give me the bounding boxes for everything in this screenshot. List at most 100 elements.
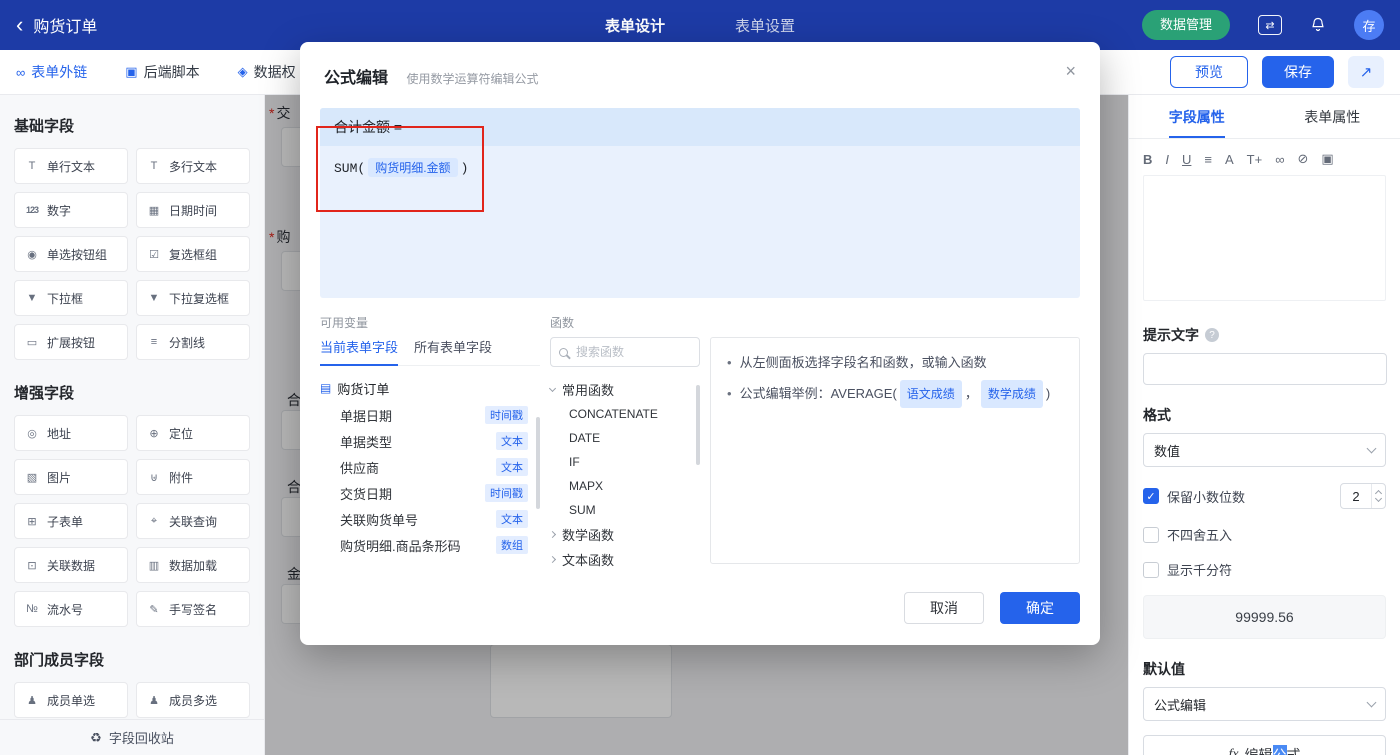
back-chevron-icon[interactable]: ‹: [16, 14, 23, 36]
function-group-label: 文本函数: [562, 553, 615, 568]
preview-button[interactable]: 预览: [1170, 56, 1248, 88]
formula-function-text: SUM(: [334, 161, 366, 176]
sidebar-item-radio-group[interactable]: ◉ 单选按钮组: [14, 236, 128, 272]
field-recycle-bin[interactable]: ♻ 字段回收站: [0, 719, 264, 755]
decimal-option-label: 保留小数位数: [1167, 489, 1246, 505]
function-group-label: 常用函数: [562, 383, 615, 398]
sidebar-item-divider[interactable]: ≡ 分割线: [136, 324, 250, 360]
function-item-concatenate[interactable]: CONCATENATE: [550, 402, 700, 426]
unlink-icon[interactable]: ⊘: [1298, 151, 1309, 167]
function-group-text[interactable]: 文本函数: [548, 547, 700, 572]
function-item-sum[interactable]: SUM: [550, 498, 700, 522]
form-external-link-item[interactable]: ∞ 表单外链: [16, 62, 87, 82]
sidebar-item-attachment[interactable]: ⊎ 附件: [136, 459, 250, 495]
field-library-sidebar: 基础字段 T 单行文本 T 多行文本 123 数字 ▦ 日期时间 ◉ 单选按钮组 ☑ 复选框…: [0, 95, 265, 755]
stepper-arrows[interactable]: [1371, 484, 1385, 508]
sidebar-item-label: 下拉复选框: [169, 291, 230, 306]
save-button[interactable]: 保存: [1262, 56, 1334, 88]
link-icon[interactable]: ∞: [1275, 152, 1284, 167]
italic-icon[interactable]: I: [1165, 152, 1169, 167]
variable-row[interactable]: 供应商 文本: [320, 454, 540, 480]
sidebar-item-linked-data[interactable]: ⊡ 关联数据: [14, 547, 128, 583]
data-manage-button[interactable]: 数据管理: [1141, 10, 1230, 40]
function-search-input[interactable]: [574, 344, 691, 360]
insert-image-icon[interactable]: ▣: [1321, 151, 1333, 167]
format-select[interactable]: 数值: [1143, 433, 1386, 467]
sidebar-item-signature[interactable]: ✎ 手写签名: [136, 591, 250, 627]
no-round-checkbox[interactable]: [1143, 526, 1159, 543]
avatar[interactable]: 存: [1354, 10, 1384, 40]
share-button[interactable]: ↗: [1348, 56, 1384, 88]
sidebar-item-label: 关联数据: [47, 558, 96, 573]
sidebar-item-extend-button[interactable]: ▭ 扩展按钮: [14, 324, 128, 360]
sidebar-item-image[interactable]: ▧ 图片: [14, 459, 128, 495]
formula-help-panel: • 从左侧面板选择字段名和函数，或输入函数 • 公式编辑举例：AVERAGE(语文成…: [710, 337, 1080, 564]
close-icon[interactable]: ×: [1065, 62, 1076, 80]
variable-row[interactable]: 购货明细.商品条形码 数组: [320, 532, 540, 558]
sidebar-item-linked-query[interactable]: ⌖ 关联查询: [136, 503, 250, 539]
variable-row[interactable]: 关联购货单号 文本: [320, 506, 540, 532]
formula-field-chip[interactable]: 购货明细.金额: [368, 158, 458, 177]
function-item-if[interactable]: IF: [550, 450, 700, 474]
data-permission-item[interactable]: ◈ 数据权: [238, 62, 296, 82]
hint-text-input[interactable]: [1143, 353, 1387, 385]
sidebar-item-serial-number[interactable]: № 流水号: [14, 591, 128, 627]
sidebar-item-datetime[interactable]: ▦ 日期时间: [136, 192, 250, 228]
help-icon[interactable]: ?: [1205, 328, 1219, 342]
chevron-down-icon: [1366, 697, 1377, 708]
thousand-checkbox[interactable]: [1143, 561, 1159, 578]
sidebar-item-member-multi[interactable]: ♟ 成员多选: [136, 682, 250, 718]
section-title-enhanced: 增强字段: [14, 385, 75, 402]
function-group-math[interactable]: 数学函数: [548, 522, 700, 547]
tab-all-form-fields[interactable]: 所有表单字段: [414, 337, 492, 356]
variables-scrollbar[interactable]: [536, 417, 540, 509]
edit-formula-text: 式: [1286, 747, 1301, 755]
tab-form-design[interactable]: 表单设计: [605, 15, 665, 36]
font-size-icon[interactable]: T+: [1247, 152, 1263, 167]
app-switch-icon[interactable]: ⇄: [1258, 15, 1282, 35]
function-group-common[interactable]: 常用函数: [548, 377, 700, 402]
sidebar-item-member-single[interactable]: ♟ 成员单选: [14, 682, 128, 718]
functions-scrollbar[interactable]: [696, 385, 700, 465]
sidebar-item-data-load[interactable]: ▥ 数据加载: [136, 547, 250, 583]
default-value-select[interactable]: 公式编辑: [1143, 687, 1386, 721]
align-icon[interactable]: ≡: [1204, 152, 1212, 167]
sidebar-item-dropdown[interactable]: ▼ 下拉框: [14, 280, 128, 316]
sidebar-item-address[interactable]: ◎ 地址: [14, 415, 128, 451]
sidebar-item-label: 图片: [47, 470, 72, 485]
variable-row[interactable]: 单据日期 时间戳: [320, 402, 540, 428]
edit-formula-button[interactable]: fx 编辑公式: [1143, 735, 1386, 755]
variable-row[interactable]: 单据类型 文本: [320, 428, 540, 454]
sidebar-item-multi-line-text[interactable]: T 多行文本: [136, 148, 250, 184]
field-title-editor[interactable]: [1143, 175, 1386, 301]
decimal-checkbox[interactable]: ✓: [1143, 488, 1159, 504]
formula-expression-line[interactable]: SUM(购货明细.金额): [320, 146, 1080, 189]
sidebar-item-subform[interactable]: ⊞ 子表单: [14, 503, 128, 539]
underline-icon[interactable]: U: [1182, 152, 1191, 167]
sidebar-item-single-line-text[interactable]: T 单行文本: [14, 148, 128, 184]
linked-data-icon: ⊡: [27, 559, 37, 572]
formula-editor[interactable]: 合计金额 = SUM(购货明细.金额): [320, 108, 1080, 298]
sidebar-item-dropdown-multi[interactable]: ▼ 下拉复选框: [136, 280, 250, 316]
sidebar-item-number[interactable]: 123 数字: [14, 192, 128, 228]
tab-current-form-fields[interactable]: 当前表单字段: [320, 337, 399, 366]
bold-icon[interactable]: B: [1143, 152, 1152, 167]
variables-root-node[interactable]: ▤ 购货订单: [320, 374, 540, 402]
tab-form-settings[interactable]: 表单设置: [735, 15, 795, 36]
confirm-button[interactable]: 确定: [1000, 592, 1080, 624]
variable-row[interactable]: 交货日期 时间戳: [320, 480, 540, 506]
sidebar-item-location[interactable]: ⊕ 定位: [136, 415, 250, 451]
sidebar-item-checkbox-group[interactable]: ☑ 复选框组: [136, 236, 250, 272]
function-item-mapx[interactable]: MAPX: [550, 474, 700, 498]
stepper-down-icon[interactable]: [1374, 494, 1383, 503]
decimal-stepper[interactable]: 2: [1340, 483, 1386, 509]
tab-form-properties[interactable]: 表单属性: [1265, 95, 1400, 138]
tab-field-properties[interactable]: 字段属性: [1129, 95, 1265, 138]
function-item-date[interactable]: DATE: [550, 426, 700, 450]
question-glyph: ?: [1209, 329, 1215, 341]
cancel-button[interactable]: 取消: [904, 592, 984, 624]
backend-script-item[interactable]: ▣ 后端脚本: [125, 62, 199, 82]
function-search-box[interactable]: [550, 337, 700, 367]
notification-bell-icon[interactable]: [1310, 17, 1326, 33]
font-color-icon[interactable]: A: [1225, 152, 1234, 167]
